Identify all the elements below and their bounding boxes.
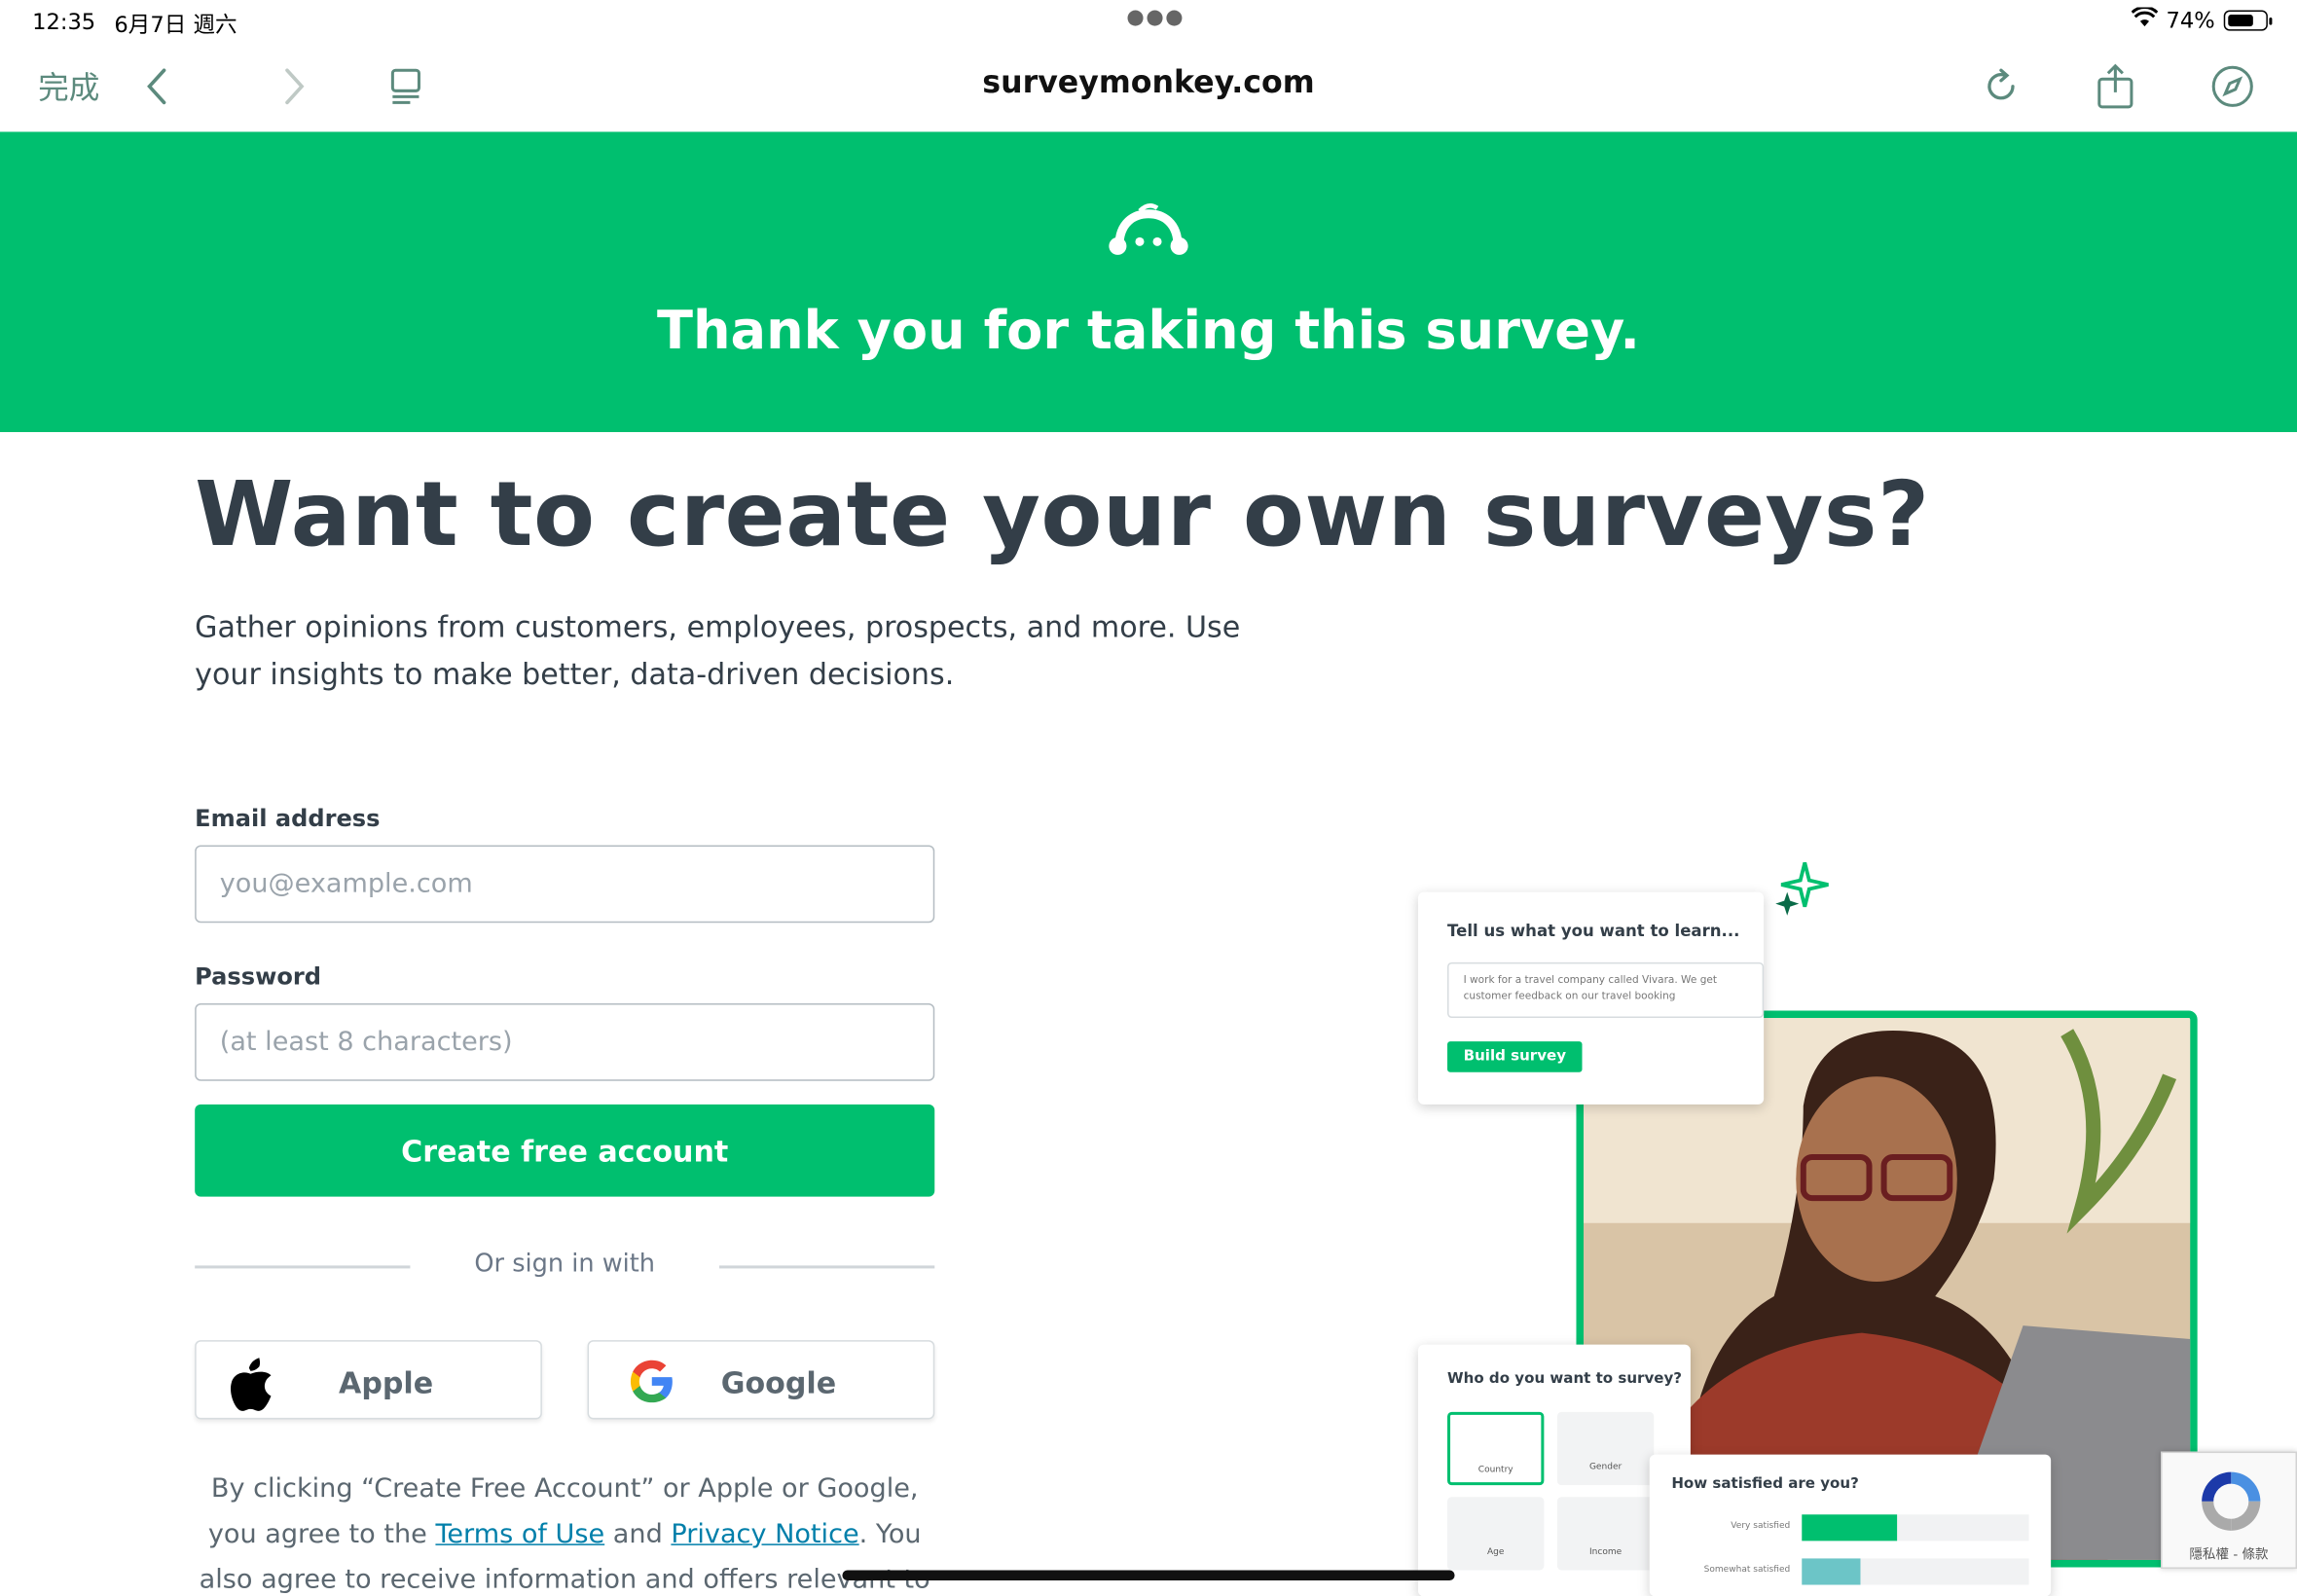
legal-notice: By clicking “Create Free Account” or App… bbox=[195, 1467, 934, 1596]
thank-you-heading: Thank you for taking this survey. bbox=[657, 302, 1640, 362]
password-label: Password bbox=[195, 961, 322, 991]
sparkle-icon bbox=[1775, 859, 1834, 924]
option-age-label: Age bbox=[1486, 1546, 1505, 1557]
password-field[interactable] bbox=[195, 1002, 935, 1081]
home-indicator[interactable] bbox=[842, 1570, 1455, 1581]
google-label: Google bbox=[720, 1364, 837, 1400]
bar-somewhat-satisfied bbox=[1802, 1558, 1861, 1585]
status-bar: 12:35 6月7日 週六 ●●● 74% bbox=[0, 0, 2297, 44]
email-label: Email address bbox=[195, 804, 381, 832]
battery-icon bbox=[2223, 10, 2273, 31]
bar-label-somewhat: Somewhat satisfied bbox=[1703, 1564, 1791, 1575]
google-sign-in-button[interactable]: Google bbox=[587, 1340, 935, 1420]
option-gender[interactable]: Gender bbox=[1556, 1411, 1655, 1486]
status-date: 6月7日 週六 bbox=[114, 12, 237, 39]
satisfaction-card: How satisfied are you? Very satisfied So… bbox=[1649, 1454, 2052, 1596]
satisfaction-card-title: How satisfied are you? bbox=[1671, 1476, 1859, 1493]
recaptcha-badge[interactable]: 隱私權 - 條款 bbox=[2161, 1451, 2297, 1569]
option-gender-label: Gender bbox=[1588, 1462, 1622, 1472]
option-age[interactable]: Age bbox=[1447, 1497, 1545, 1571]
learn-card-title: Tell us what you want to learn... bbox=[1447, 921, 1740, 941]
page-title: Want to create your own surveys? bbox=[195, 462, 1930, 567]
apple-sign-in-button[interactable]: Apple bbox=[195, 1340, 542, 1420]
bar-track-somewhat bbox=[1802, 1558, 2029, 1585]
share-icon[interactable] bbox=[2091, 61, 2140, 111]
learn-card: Tell us what you want to learn... I work… bbox=[1417, 891, 1765, 1105]
bar-label-very: Very satisfied bbox=[1731, 1520, 1791, 1531]
option-country-label: Country bbox=[1477, 1465, 1513, 1475]
page-subtitle: Gather opinions from customers, employee… bbox=[195, 609, 1241, 692]
or-sign-in-text: Or sign in with bbox=[474, 1249, 655, 1279]
option-country[interactable]: Country bbox=[1447, 1411, 1545, 1486]
multitasking-dots-icon[interactable]: ●●● bbox=[1126, 6, 1185, 29]
recaptcha-text[interactable]: 隱私權 - 條款 bbox=[2163, 1543, 2296, 1563]
surveymonkey-logo-icon bbox=[1108, 202, 1189, 267]
hero-illustration: Tell us what you want to learn... I work… bbox=[1406, 856, 2227, 1596]
reload-icon[interactable] bbox=[1976, 61, 2025, 111]
status-right: 74% bbox=[2131, 6, 2273, 34]
create-account-button[interactable]: Create free account bbox=[195, 1104, 935, 1197]
legal-text-and: and bbox=[604, 1518, 672, 1550]
battery-percent: 74% bbox=[2166, 7, 2215, 34]
browser-toolbar: 完成 surveymonkey.com bbox=[0, 44, 2297, 132]
recaptcha-icon bbox=[2195, 1465, 2268, 1543]
thank-you-banner: Thank you for taking this survey. bbox=[0, 131, 2297, 433]
wifi-icon bbox=[2131, 6, 2158, 34]
build-survey-button[interactable]: Build survey bbox=[1447, 1041, 1583, 1072]
option-income-label: Income bbox=[1588, 1546, 1622, 1557]
email-field[interactable] bbox=[195, 845, 935, 924]
terms-of-use-link[interactable]: Terms of Use bbox=[435, 1519, 604, 1550]
url-bar[interactable]: surveymonkey.com bbox=[0, 64, 2297, 99]
compass-icon[interactable] bbox=[2207, 61, 2257, 111]
apple-label: Apple bbox=[339, 1364, 434, 1400]
option-income[interactable]: Income bbox=[1556, 1497, 1655, 1571]
who-card-title: Who do you want to survey? bbox=[1447, 1370, 1683, 1388]
bar-track-very bbox=[1802, 1514, 2029, 1542]
bar-very-satisfied bbox=[1802, 1514, 1898, 1542]
status-time: 12:35 bbox=[32, 9, 96, 36]
privacy-notice-link[interactable]: Privacy Notice bbox=[671, 1519, 858, 1550]
learn-card-textarea[interactable]: I work for a travel company called Vivar… bbox=[1447, 961, 1765, 1019]
